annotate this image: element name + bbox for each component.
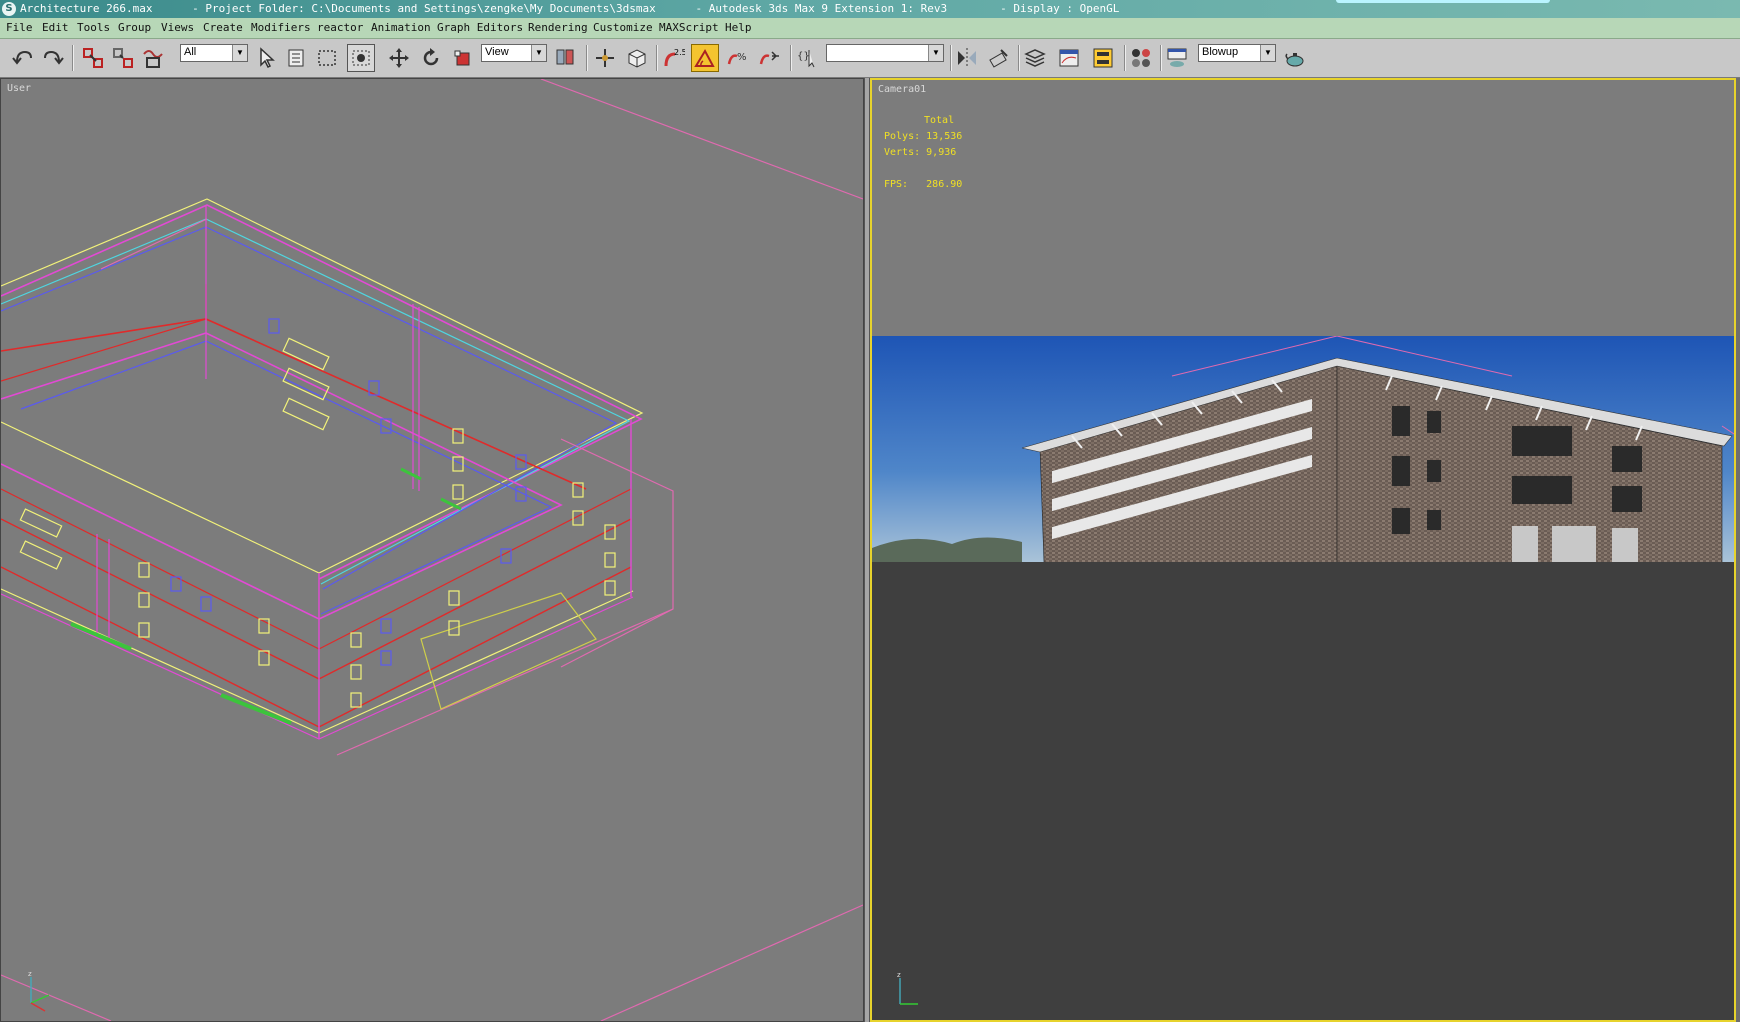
render-setup-icon[interactable] xyxy=(1164,45,1190,71)
rendered-building-view xyxy=(872,336,1734,576)
percent-snap-icon[interactable]: % xyxy=(724,45,750,71)
align-icon[interactable] xyxy=(986,45,1012,71)
chevron-down-icon: ▼ xyxy=(232,45,247,61)
select-and-link-icon[interactable] xyxy=(80,45,106,71)
redo-icon[interactable] xyxy=(40,45,66,71)
toolbar-separator xyxy=(1160,45,1161,71)
layer-manager-icon[interactable] xyxy=(1022,45,1048,71)
title-bar-highlight xyxy=(1336,0,1550,3)
chevron-down-icon: ▼ xyxy=(928,45,943,61)
toolbar-separator xyxy=(656,45,657,71)
3dsmax-app-icon[interactable]: S xyxy=(2,2,16,16)
pivot-center-icon[interactable] xyxy=(552,45,578,71)
chevron-down-icon: ▼ xyxy=(1260,45,1275,61)
spinner-snap-icon[interactable] xyxy=(756,45,782,71)
angle-snap-icon[interactable] xyxy=(691,44,719,72)
select-by-name-icon[interactable] xyxy=(284,45,310,71)
undo-icon[interactable] xyxy=(10,45,36,71)
axis-tripod-icon: z xyxy=(897,971,918,1005)
selection-filter-dropdown[interactable]: All ▼ xyxy=(180,44,248,62)
menu-edit[interactable]: Edit xyxy=(42,21,69,34)
menu-help[interactable]: Help xyxy=(725,21,752,34)
material-editor-icon[interactable] xyxy=(1128,45,1154,71)
quick-render-icon[interactable] xyxy=(1282,45,1308,71)
svg-text:{}: {} xyxy=(797,51,810,62)
menu-maxscript[interactable]: MAXScript xyxy=(659,21,719,34)
rectangular-selection-icon[interactable] xyxy=(314,45,340,71)
toolbar-separator xyxy=(790,45,791,71)
toolbar-separator xyxy=(1124,45,1125,71)
snap-dimension-label: 2.5 xyxy=(674,48,685,57)
edit-named-selection-icon[interactable]: {} xyxy=(794,45,820,71)
toolbar-separator xyxy=(586,45,587,71)
menu-tools[interactable]: Tools xyxy=(77,21,110,34)
menu-bar: File Edit Tools Group Views Create Modif… xyxy=(0,18,1740,39)
toolbar-separator xyxy=(950,45,951,71)
rotate-icon[interactable] xyxy=(418,45,444,71)
menu-rendering[interactable]: Rendering xyxy=(528,21,588,34)
select-manipulate-icon[interactable] xyxy=(592,45,618,71)
svg-text:z: z xyxy=(897,971,901,979)
chevron-down-icon: ▼ xyxy=(531,45,546,61)
select-object-icon[interactable] xyxy=(254,45,280,71)
menu-file[interactable]: File xyxy=(6,21,33,34)
menu-create[interactable]: Create xyxy=(203,21,243,34)
bind-space-warp-icon[interactable] xyxy=(140,45,166,71)
menu-customize[interactable]: Customize xyxy=(593,21,653,34)
window-title: Architecture 266.max - Project Folder: C… xyxy=(20,2,1120,15)
main-toolbar: All ▼ View ▼ 2.5 % {} ▼ Blowup ▼ xyxy=(0,39,1740,78)
viewport-user[interactable]: User z xyxy=(0,78,864,1022)
axis-tripod-icon: z xyxy=(28,970,50,1012)
menu-graph-editors[interactable]: Graph Editors xyxy=(437,21,523,34)
menu-modifiers[interactable]: Modifiers xyxy=(251,21,311,34)
curve-editor-icon[interactable] xyxy=(1056,45,1082,71)
window-crossing-icon[interactable] xyxy=(347,44,375,72)
svg-text:z: z xyxy=(28,970,32,978)
unlink-icon[interactable] xyxy=(110,45,136,71)
wireframe-building xyxy=(1,79,863,1021)
scale-icon[interactable] xyxy=(450,45,476,71)
toolbar-separator xyxy=(72,45,73,71)
reference-coordinate-dropdown[interactable]: View ▼ xyxy=(481,44,547,62)
menu-reactor[interactable]: reactor xyxy=(317,21,363,34)
viewport-camera01[interactable]: Camera01 Total Polys: 13,536 Verts: 9,93… xyxy=(870,78,1736,1022)
title-bar: S Architecture 266.max - Project Folder:… xyxy=(0,0,1740,18)
mirror-icon[interactable] xyxy=(954,45,980,71)
viewport-statistics: Total Polys: 13,536 Verts: 9,936 FPS: 28… xyxy=(884,115,963,190)
named-selection-sets-dropdown[interactable]: ▼ xyxy=(826,44,944,62)
viewport-label[interactable]: Camera01 xyxy=(878,84,926,95)
toolbar-separator xyxy=(1018,45,1019,71)
ground-plane xyxy=(872,562,1734,1020)
move-icon[interactable] xyxy=(386,45,412,71)
keyboard-shortcut-icon[interactable] xyxy=(624,45,650,71)
snaps-toggle-icon[interactable]: 2.5 xyxy=(660,45,686,71)
svg-text:%: % xyxy=(737,52,747,63)
schematic-view-icon[interactable] xyxy=(1090,45,1116,71)
menu-group[interactable]: Group xyxy=(118,21,151,34)
menu-animation[interactable]: Animation xyxy=(371,21,431,34)
menu-views[interactable]: Views xyxy=(161,21,194,34)
render-type-dropdown[interactable]: Blowup ▼ xyxy=(1198,44,1276,62)
